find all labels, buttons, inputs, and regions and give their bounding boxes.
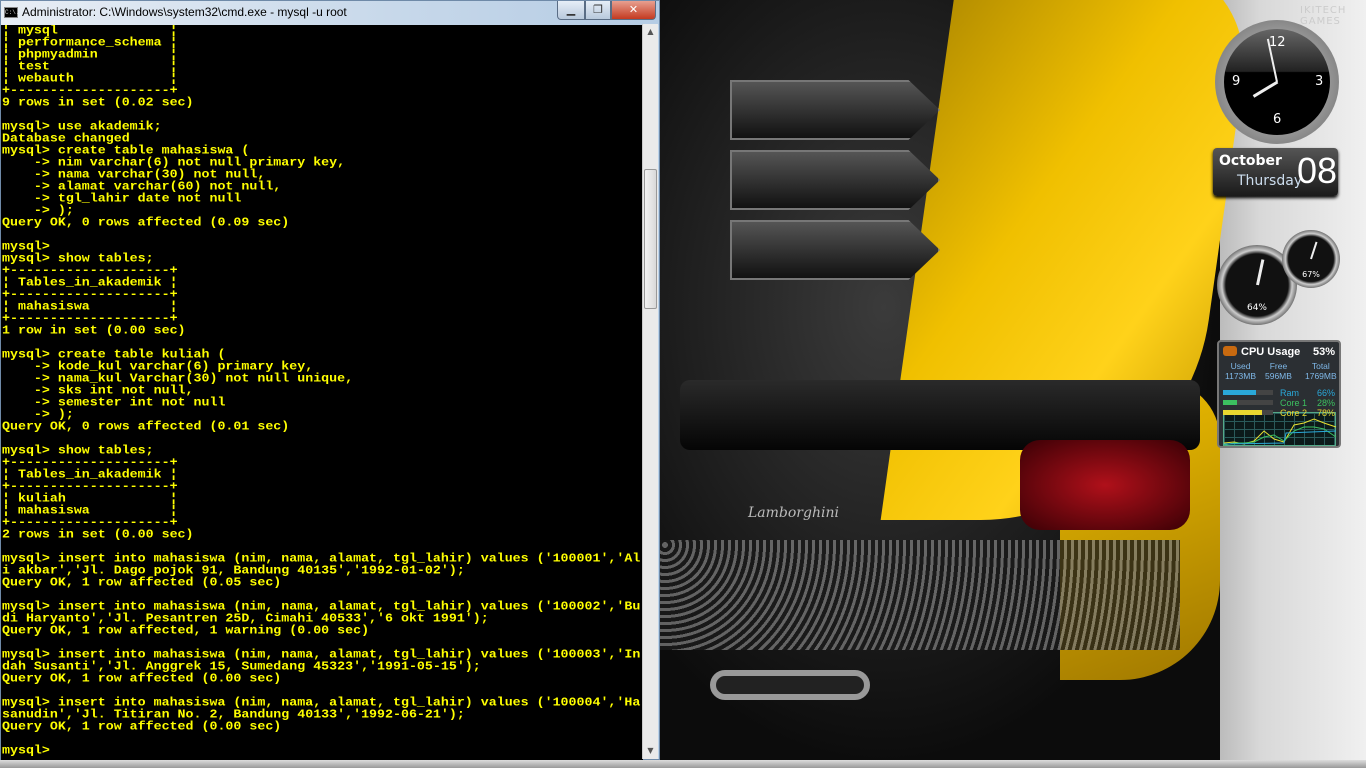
gauge-needle <box>1256 259 1265 286</box>
usage-bar-fill <box>1223 390 1256 395</box>
usage-bar <box>1223 390 1273 395</box>
taskbar-edge <box>0 760 1366 768</box>
console-line: -> tgl_lahir date not null <box>2 191 242 205</box>
usage-bar-fill <box>1223 410 1262 415</box>
console-line: mysql> <box>2 743 50 757</box>
console-output[interactable]: ¦ mysql ¦ ¦ performance_schema ¦ ¦ phpmyad… <box>1 25 643 760</box>
usage-bar-value: 66% <box>1316 388 1335 398</box>
mem-used-value: 1173MB <box>1225 371 1257 381</box>
cpu-chip-icon <box>1223 346 1237 356</box>
console-line: Query OK, 1 row affected (0.05 sec) <box>2 575 282 589</box>
scrollbar-thumb[interactable] <box>644 169 657 309</box>
console-line: Query OK, 0 rows affected (0.09 sec) <box>2 215 290 229</box>
calendar-weekday: Thursday <box>1237 173 1303 189</box>
mem-total: Total 1769MB <box>1305 361 1337 381</box>
tail-light <box>1020 440 1190 530</box>
cmd-window: C:\. Administrator: C:\Windows\system32\… <box>0 0 660 760</box>
mem-used-label: Used <box>1230 361 1251 371</box>
clock-numeral: 12 <box>1269 35 1286 50</box>
cpu-graph-lines <box>1223 418 1337 446</box>
scroll-down-arrow-icon[interactable]: ▼ <box>643 743 658 759</box>
cmd-icon: C:\. <box>4 7 20 18</box>
minimize-button[interactable]: ▁ <box>557 1 585 20</box>
clock-numeral: 6 <box>1273 112 1282 127</box>
memory-gauge[interactable]: 67% <box>1282 230 1340 288</box>
usage-bar-label: Core 1 <box>1280 398 1308 408</box>
close-button[interactable]: ✕ <box>611 1 656 20</box>
usage-bar-value: 28% <box>1316 398 1335 408</box>
usage-bar <box>1223 400 1273 405</box>
car-brand-logo: Lamborghini <box>748 505 839 521</box>
vertical-scrollbar[interactable]: ▲ ▼ <box>642 24 658 759</box>
cpu-gauge-value: 64% <box>1246 303 1267 313</box>
wallpaper-watermark: IKITECH GAMES <box>1300 5 1347 27</box>
console-line: Query OK, 0 rows affected (0.01 sec) <box>2 419 290 433</box>
usage-bar-label: Ram <box>1280 388 1300 398</box>
console-line: Query OK, 1 row affected (0.00 sec) <box>2 719 282 733</box>
cpu-usage-title: CPU Usage <box>1241 346 1301 358</box>
memory-gauge-value: 67% <box>1302 270 1320 279</box>
scroll-up-arrow-icon[interactable]: ▲ <box>643 24 658 40</box>
cpu-usage-gadget[interactable]: CPU Usage 53% Used 1173MB Free 596MB Total… <box>1217 340 1341 448</box>
console-line: 9 rows in set (0.02 sec) <box>2 95 194 109</box>
calendar-month: October <box>1219 153 1282 169</box>
clock-face: 12 3 6 9 <box>1224 29 1330 135</box>
clock-numeral: 9 <box>1232 74 1241 89</box>
engine-louver <box>730 150 940 210</box>
car-grille <box>660 540 1180 650</box>
mem-free-label: Free <box>1269 361 1288 371</box>
engine-louver <box>730 80 940 140</box>
gauge-needle <box>1310 241 1318 260</box>
clock-numeral: 3 <box>1315 74 1324 89</box>
console-line: Query OK, 1 row affected, 1 warning (0.0… <box>2 623 370 637</box>
calendar-gadget[interactable]: October Thursday 08 <box>1213 148 1338 196</box>
usage-bar-fill <box>1223 400 1237 405</box>
calendar-day: 08 <box>1297 150 1338 191</box>
mem-free-value: 596MB <box>1265 371 1292 381</box>
mem-total-label: Total <box>1311 361 1330 371</box>
usage-bar <box>1223 410 1273 415</box>
console-line: 1 row in set (0.00 sec) <box>2 323 186 337</box>
usage-bar-label: Core 2 <box>1280 408 1308 418</box>
mem-total-value: 1769MB <box>1305 371 1337 381</box>
cpu-usage-percent: 53% <box>1312 346 1335 358</box>
car-exhaust <box>710 670 870 700</box>
usage-bar-value: 78% <box>1316 408 1335 418</box>
window-title: Administrator: C:\Windows\system32\cmd.e… <box>22 5 347 19</box>
console-line: Query OK, 1 row affected (0.00 sec) <box>2 671 282 685</box>
engine-louver <box>730 220 940 280</box>
console-line: -> semester int not null <box>2 395 226 409</box>
mem-free: Free 596MB <box>1265 361 1292 381</box>
mem-used: Used 1173MB <box>1225 361 1256 381</box>
clock-hour-hand <box>1252 80 1279 98</box>
console-line: 2 rows in set (0.00 sec) <box>2 527 194 541</box>
title-bar[interactable]: C:\. Administrator: C:\Windows\system32\… <box>1 1 659 25</box>
clock-gadget[interactable]: 12 3 6 9 <box>1215 20 1339 144</box>
maximize-button[interactable]: ❐ <box>585 1 611 20</box>
